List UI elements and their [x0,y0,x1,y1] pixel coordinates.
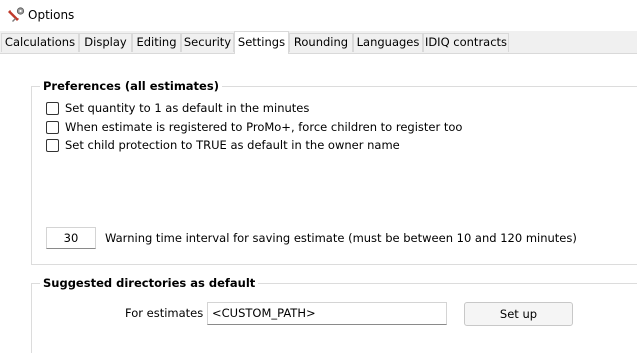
set-up-button[interactable]: Set up [464,302,573,326]
settings-panel: Preferences (all estimates) Set quantity… [0,54,637,353]
tab-settings[interactable]: Settings [234,31,289,54]
child-protection-checkbox[interactable] [46,139,59,152]
for-estimates-label: For estimates [125,306,204,320]
tab-calculations[interactable]: Calculations [1,33,79,52]
child-protection-label: Set child protection to TRUE as default … [65,138,400,152]
estimates-path-input[interactable]: <CUSTOM_PATH> [207,302,447,325]
tab-languages[interactable]: Languages [353,33,423,52]
preferences-group-title: Preferences (all estimates) [40,79,222,93]
force-children-register-checkbox[interactable] [46,121,59,134]
tab-editing[interactable]: Editing [132,33,181,52]
directories-group-title: Suggested directories as default [40,276,259,290]
warning-interval-label: Warning time interval for saving estimat… [105,231,577,245]
options-gear-icon [7,6,25,24]
title-bar: Options [0,0,637,30]
set-quantity-label: Set quantity to 1 as default in the minu… [65,101,310,115]
warning-interval-input[interactable]: 30 [46,227,96,249]
tab-bar: Calculations Display Editing Security Se… [0,31,637,54]
set-quantity-checkbox[interactable] [46,102,59,115]
tab-rounding[interactable]: Rounding [289,33,353,52]
tab-idiq-contracts[interactable]: IDIQ contracts [423,33,509,52]
tab-display[interactable]: Display [79,33,132,52]
force-children-register-label: When estimate is registered to ProMo+, f… [65,120,463,134]
tab-security[interactable]: Security [181,33,234,52]
window-title: Options [28,8,75,22]
